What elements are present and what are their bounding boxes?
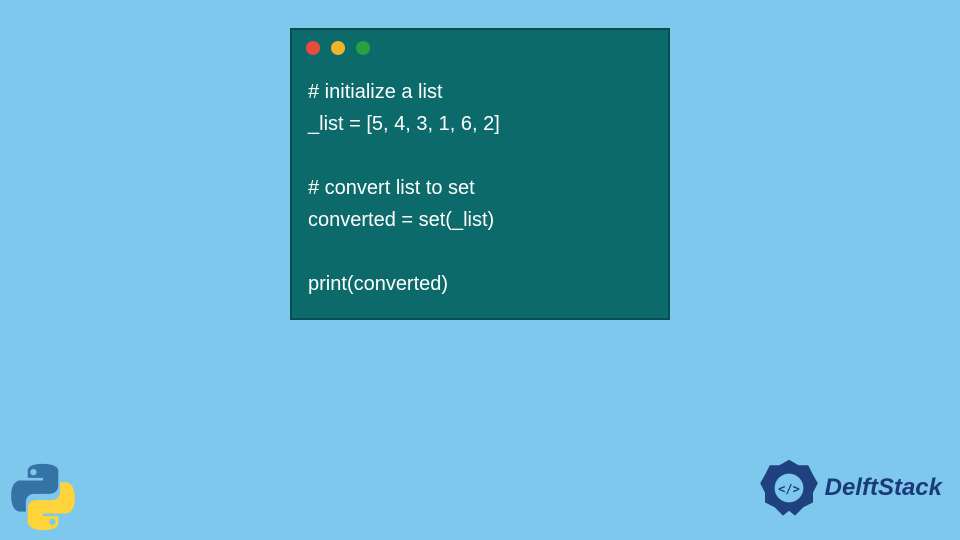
code-block: # initialize a list _list = [5, 4, 3, 1,… xyxy=(292,66,668,318)
code-line: # initialize a list xyxy=(308,81,443,103)
delftstack-emblem-icon: </> xyxy=(759,458,819,518)
svg-text:</>: </> xyxy=(778,482,800,496)
code-window: # initialize a list _list = [5, 4, 3, 1,… xyxy=(290,28,670,320)
maximize-dot-icon xyxy=(356,41,370,55)
delftstack-text: DelftStack xyxy=(825,474,942,502)
code-line: converted = set(_list) xyxy=(308,209,494,231)
delftstack-logo: </> DelftStack xyxy=(759,458,942,518)
python-logo-icon xyxy=(8,462,78,532)
minimize-dot-icon xyxy=(331,41,345,55)
close-dot-icon xyxy=(306,41,320,55)
code-line: print(converted) xyxy=(308,273,448,295)
code-line: # convert list to set xyxy=(308,177,475,199)
code-line: _list = [5, 4, 3, 1, 6, 2] xyxy=(308,113,500,135)
window-titlebar xyxy=(292,30,668,66)
